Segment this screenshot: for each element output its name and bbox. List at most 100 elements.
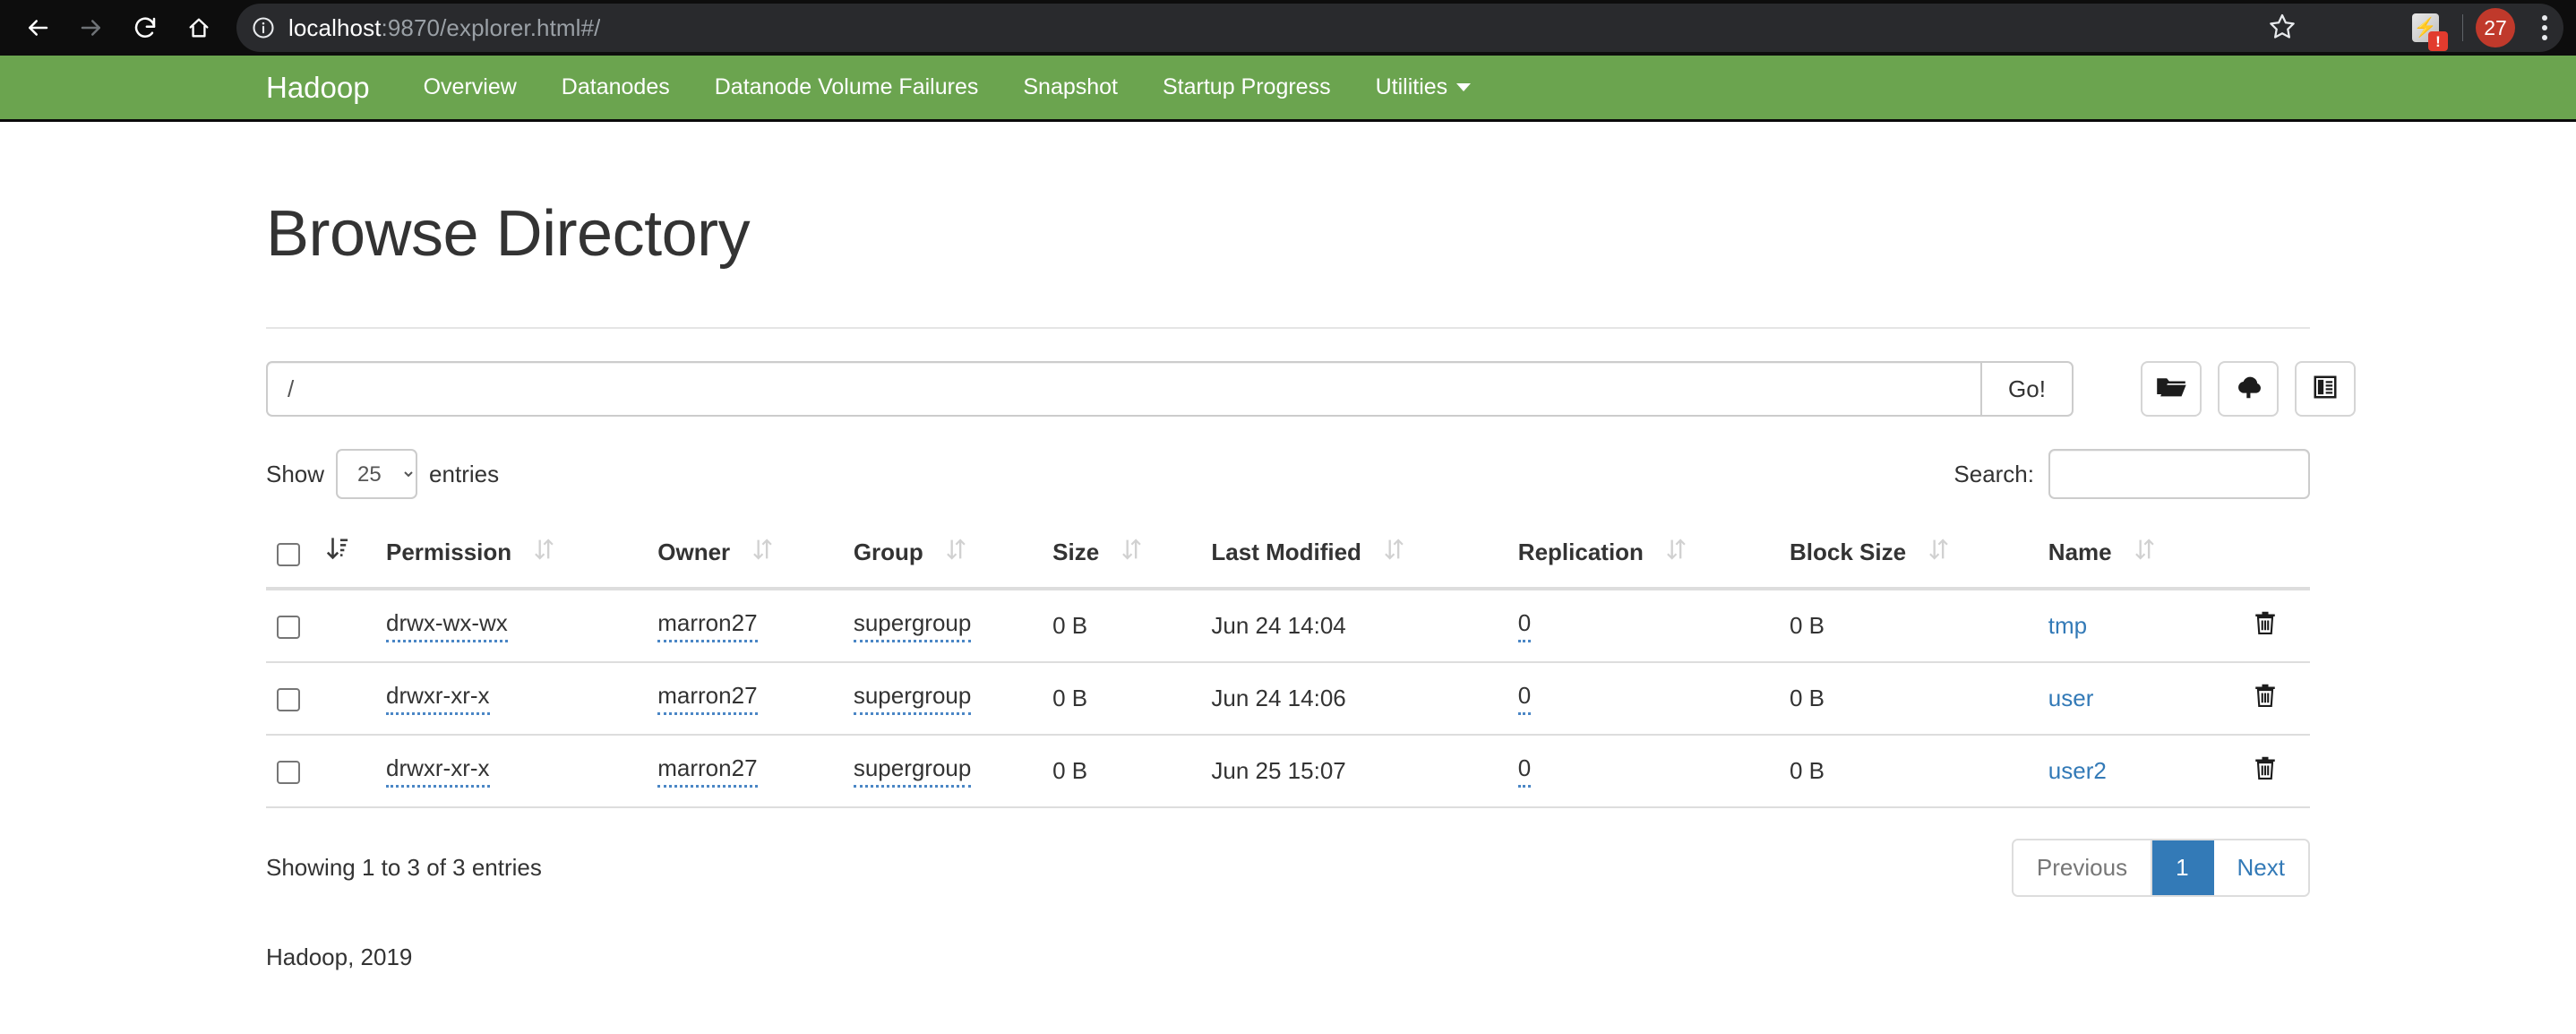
address-bar[interactable]: localhost:9870/explorer.html#/ [236, 4, 2563, 52]
row-select-cell[interactable] [266, 735, 316, 807]
extension-button[interactable]: ⚡ ! [2401, 4, 2450, 52]
entries-length-control: Show 25 50 100 entries [266, 449, 499, 499]
row-select-cell[interactable] [266, 662, 316, 735]
column-name[interactable]: Name [2038, 524, 2220, 589]
column-name-label: Name [2048, 539, 2112, 566]
file-name-link[interactable]: user2 [2048, 757, 2107, 784]
trash-icon[interactable] [2253, 609, 2278, 642]
cell-group[interactable]: supergroup [843, 735, 1042, 807]
cell-name[interactable]: user2 [2038, 735, 2220, 807]
nav-link-datanode-volume-failures[interactable]: Datanode Volume Failures [715, 74, 979, 100]
replication-value[interactable]: 0 [1518, 609, 1531, 642]
cell-replication[interactable]: 0 [1507, 662, 1779, 735]
profile-counter-badge[interactable]: 27 [2476, 8, 2515, 47]
sort-arrows-icon [753, 538, 773, 567]
nav-link-overview[interactable]: Overview [424, 74, 517, 100]
column-sort-amount[interactable] [316, 524, 375, 589]
row-checkbox[interactable] [277, 688, 300, 711]
reload-button[interactable] [120, 3, 170, 53]
permission-value[interactable]: drwx-wx-wx [386, 609, 508, 642]
cell-permission[interactable]: drwx-wx-wx [375, 589, 647, 662]
column-size[interactable]: Size [1042, 524, 1200, 589]
group-value[interactable]: supergroup [854, 682, 972, 715]
sort-arrows-icon [2135, 538, 2155, 567]
row-checkbox[interactable] [277, 616, 300, 639]
sort-arrows-icon [1929, 538, 1949, 567]
bookmark-button[interactable] [2257, 3, 2307, 53]
column-select-all[interactable] [266, 524, 316, 589]
column-block-size-label: Block Size [1790, 539, 1906, 566]
upload-files-button[interactable] [2218, 361, 2279, 417]
cell-group[interactable]: supergroup [843, 589, 1042, 662]
table-controls: Show 25 50 100 entries Search: [266, 449, 2310, 499]
address-bar-url: localhost:9870/explorer.html#/ [288, 14, 600, 42]
row-checkbox[interactable] [277, 761, 300, 784]
forward-button[interactable] [66, 3, 116, 53]
table-row: drwxr-xr-x marron27 supergroup 0 B Jun 2… [266, 735, 2310, 807]
nav-link-datanodes[interactable]: Datanodes [562, 74, 670, 100]
cell-permission[interactable]: drwxr-xr-x [375, 735, 647, 807]
permission-value[interactable]: drwxr-xr-x [386, 754, 490, 788]
table-footer: Showing 1 to 3 of 3 entries Previous 1 N… [266, 839, 2310, 897]
home-button[interactable] [174, 3, 224, 53]
cell-owner[interactable]: marron27 [647, 662, 843, 735]
nav-link-startup-progress[interactable]: Startup Progress [1163, 74, 1331, 100]
cell-owner[interactable]: marron27 [647, 735, 843, 807]
pagination-previous[interactable]: Previous [2014, 840, 2152, 895]
cell-replication[interactable]: 0 [1507, 735, 1779, 807]
replication-value[interactable]: 0 [1518, 682, 1531, 715]
menu-dot [2542, 35, 2547, 40]
owner-value[interactable]: marron27 [657, 754, 757, 788]
column-block-size[interactable]: Block Size [1779, 524, 2038, 589]
entries-length-select[interactable]: 25 50 100 [336, 449, 417, 499]
cell-permission[interactable]: drwxr-xr-x [375, 662, 647, 735]
column-owner[interactable]: Owner [647, 524, 843, 589]
group-value[interactable]: supergroup [854, 754, 972, 788]
column-last-modified[interactable]: Last Modified [1200, 524, 1507, 589]
page-container: Browse Directory Go! [0, 197, 2576, 971]
owner-value[interactable]: marron27 [657, 609, 757, 642]
browser-nav-buttons [13, 3, 224, 53]
replication-value[interactable]: 0 [1518, 754, 1531, 788]
show-label: Show [266, 461, 324, 488]
create-directory-button[interactable] [2141, 361, 2202, 417]
column-permission[interactable]: Permission [375, 524, 647, 589]
clipboard-list-icon [2312, 374, 2339, 405]
pagination-next[interactable]: Next [2214, 840, 2308, 895]
cut-paste-clipboard-button[interactable] [2295, 361, 2356, 417]
cell-owner[interactable]: marron27 [647, 589, 843, 662]
back-button[interactable] [13, 3, 63, 53]
cell-group[interactable]: supergroup [843, 662, 1042, 735]
file-name-link[interactable]: tmp [2048, 612, 2087, 639]
go-button[interactable]: Go! [1980, 361, 2074, 417]
permission-value[interactable]: drwxr-xr-x [386, 682, 490, 715]
extension-alert-badge: ! [2428, 31, 2448, 51]
cell-name[interactable]: tmp [2038, 589, 2220, 662]
select-all-checkbox[interactable] [277, 543, 300, 566]
owner-value[interactable]: marron27 [657, 682, 757, 715]
group-value[interactable]: supergroup [854, 609, 972, 642]
column-size-label: Size [1052, 539, 1099, 566]
file-name-link[interactable]: user [2048, 685, 2094, 711]
row-select-cell[interactable] [266, 589, 316, 662]
column-replication[interactable]: Replication [1507, 524, 1779, 589]
column-group[interactable]: Group [843, 524, 1042, 589]
trash-icon[interactable] [2253, 754, 2278, 788]
cell-name[interactable]: user [2038, 662, 2220, 735]
navbar-brand[interactable]: Hadoop [266, 71, 370, 105]
cell-replication[interactable]: 0 [1507, 589, 1779, 662]
cell-actions[interactable] [2220, 589, 2310, 662]
trash-icon[interactable] [2253, 682, 2278, 715]
column-group-label: Group [854, 539, 923, 566]
cell-actions[interactable] [2220, 662, 2310, 735]
cell-actions[interactable] [2220, 735, 2310, 807]
search-input[interactable] [2048, 449, 2310, 499]
pagination-page-1[interactable]: 1 [2152, 840, 2213, 895]
info-circle-icon[interactable] [251, 15, 276, 40]
path-input[interactable] [266, 361, 1980, 417]
nav-link-snapshot[interactable]: Snapshot [1023, 74, 1118, 100]
nav-link-utilities[interactable]: Utilities [1376, 74, 1472, 100]
column-actions [2220, 524, 2310, 589]
cell-block-size: 0 B [1779, 662, 2038, 735]
three-dot-menu-icon[interactable] [2522, 4, 2567, 52]
